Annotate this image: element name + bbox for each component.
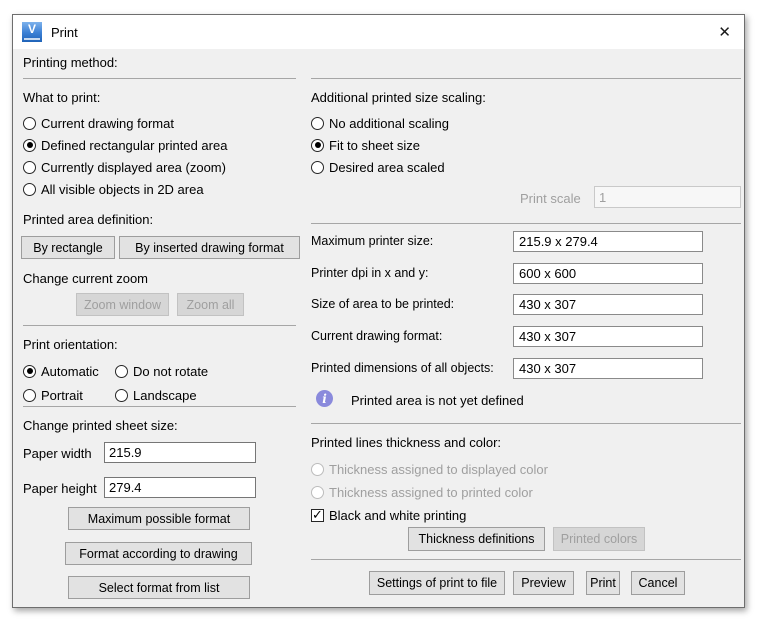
- radio-label: Thickness assigned to displayed color: [329, 462, 548, 477]
- printed-colors-button: Printed colors: [553, 527, 645, 551]
- radio-indicator: [23, 183, 36, 196]
- current-drawing-format-label: Current drawing format:: [311, 329, 442, 343]
- settings-of-print-to-file-button[interactable]: Settings of print to file: [369, 571, 505, 595]
- select-format-from-list-button[interactable]: Select format from list: [68, 576, 250, 599]
- separator: [23, 325, 296, 326]
- radio-indicator: [311, 117, 324, 130]
- radio-label: Current drawing format: [41, 116, 174, 131]
- radio-thickness-displayed-color: Thickness assigned to displayed color: [311, 459, 548, 479]
- radio-indicator: [311, 463, 324, 476]
- separator: [311, 423, 741, 424]
- radio-fit-to-sheet-size[interactable]: Fit to sheet size: [311, 135, 420, 155]
- radio-indicator: [23, 139, 36, 152]
- radio-label: All visible objects in 2D area: [41, 182, 204, 197]
- checkbox-indicator: [311, 509, 324, 522]
- print-orientation-label: Print orientation:: [23, 337, 118, 352]
- thickness-definitions-button[interactable]: Thickness definitions: [408, 527, 545, 551]
- by-rectangle-button[interactable]: By rectangle: [21, 236, 115, 259]
- radio-label: No additional scaling: [329, 116, 449, 131]
- radio-currently-displayed-area[interactable]: Currently displayed area (zoom): [23, 157, 226, 177]
- radio-label: Do not rotate: [133, 364, 208, 379]
- varicad-logo-icon: V: [22, 22, 42, 42]
- preview-button[interactable]: Preview: [513, 571, 574, 595]
- separator: [311, 78, 741, 79]
- paper-width-input[interactable]: [104, 442, 256, 463]
- radio-label: Defined rectangular printed area: [41, 138, 227, 153]
- what-to-print-label: What to print:: [23, 90, 100, 105]
- info-message: Printed area is not yet defined: [351, 393, 524, 408]
- paper-width-label: Paper width: [23, 446, 92, 461]
- radio-indicator: [23, 117, 36, 130]
- radio-defined-rectangular-area[interactable]: Defined rectangular printed area: [23, 135, 227, 155]
- zoom-window-button: Zoom window: [76, 293, 169, 316]
- info-icon: i: [316, 390, 333, 407]
- paper-height-label: Paper height: [23, 481, 97, 496]
- checkbox-label: Black and white printing: [329, 508, 466, 523]
- radio-desired-area-scaled[interactable]: Desired area scaled: [311, 157, 445, 177]
- maximum-printer-size-value: 215.9 x 279.4: [513, 231, 703, 252]
- printed-area-definition-label: Printed area definition:: [23, 212, 153, 227]
- radio-do-not-rotate[interactable]: Do not rotate: [115, 361, 208, 381]
- printing-method-label: Printing method:: [23, 55, 118, 70]
- zoom-all-button: Zoom all: [177, 293, 244, 316]
- additional-scaling-label: Additional printed size scaling:: [311, 90, 486, 105]
- paper-height-input[interactable]: [104, 477, 256, 498]
- size-of-area-label: Size of area to be printed:: [311, 297, 454, 311]
- separator: [23, 406, 296, 407]
- titlebar: V Print ✕: [13, 15, 744, 49]
- format-according-to-drawing-button[interactable]: Format according to drawing: [65, 542, 252, 565]
- printed-dimensions-value: 430 x 307: [513, 358, 703, 379]
- cancel-button[interactable]: Cancel: [631, 571, 685, 595]
- radio-indicator: [115, 389, 128, 402]
- radio-indicator: [311, 486, 324, 499]
- printed-lines-label: Printed lines thickness and color:: [311, 435, 501, 450]
- radio-label: Fit to sheet size: [329, 138, 420, 153]
- radio-label: Landscape: [133, 388, 197, 403]
- size-of-area-value: 430 x 307: [513, 294, 703, 315]
- separator: [311, 223, 741, 224]
- radio-portrait[interactable]: Portrait: [23, 385, 83, 405]
- radio-indicator: [311, 139, 324, 152]
- radio-label: Portrait: [41, 388, 83, 403]
- radio-indicator: [311, 161, 324, 174]
- radio-current-drawing-format[interactable]: Current drawing format: [23, 113, 174, 133]
- change-printed-sheet-size-label: Change printed sheet size:: [23, 418, 178, 433]
- radio-no-additional-scaling[interactable]: No additional scaling: [311, 113, 449, 133]
- radio-all-visible-objects[interactable]: All visible objects in 2D area: [23, 179, 204, 199]
- printed-dimensions-label: Printed dimensions of all objects:: [311, 361, 494, 375]
- print-dialog: V Print ✕ Printing method: What to print…: [12, 14, 745, 608]
- current-drawing-format-value: 430 x 307: [513, 326, 703, 347]
- radio-indicator: [23, 365, 36, 378]
- separator: [23, 78, 296, 79]
- radio-landscape[interactable]: Landscape: [115, 385, 197, 405]
- maximum-possible-format-button[interactable]: Maximum possible format: [68, 507, 250, 530]
- window-title: Print: [51, 25, 78, 40]
- radio-automatic[interactable]: Automatic: [23, 361, 99, 381]
- close-icon[interactable]: ✕: [718, 25, 731, 40]
- by-inserted-drawing-format-button[interactable]: By inserted drawing format: [119, 236, 300, 259]
- radio-label: Automatic: [41, 364, 99, 379]
- print-button[interactable]: Print: [586, 571, 620, 595]
- separator: [311, 559, 741, 560]
- printer-dpi-label: Printer dpi in x and y:: [311, 266, 428, 280]
- printer-dpi-value: 600 x 600: [513, 263, 703, 284]
- radio-label: Thickness assigned to printed color: [329, 485, 533, 500]
- maximum-printer-size-label: Maximum printer size:: [311, 234, 433, 248]
- radio-label: Desired area scaled: [329, 160, 445, 175]
- print-scale-label: Print scale: [520, 191, 581, 206]
- print-scale-input: [594, 186, 741, 208]
- radio-indicator: [115, 365, 128, 378]
- radio-indicator: [23, 389, 36, 402]
- radio-label: Currently displayed area (zoom): [41, 160, 226, 175]
- black-and-white-checkbox[interactable]: Black and white printing: [311, 505, 466, 525]
- change-current-zoom-label: Change current zoom: [23, 271, 148, 286]
- radio-indicator: [23, 161, 36, 174]
- radio-thickness-printed-color: Thickness assigned to printed color: [311, 482, 533, 502]
